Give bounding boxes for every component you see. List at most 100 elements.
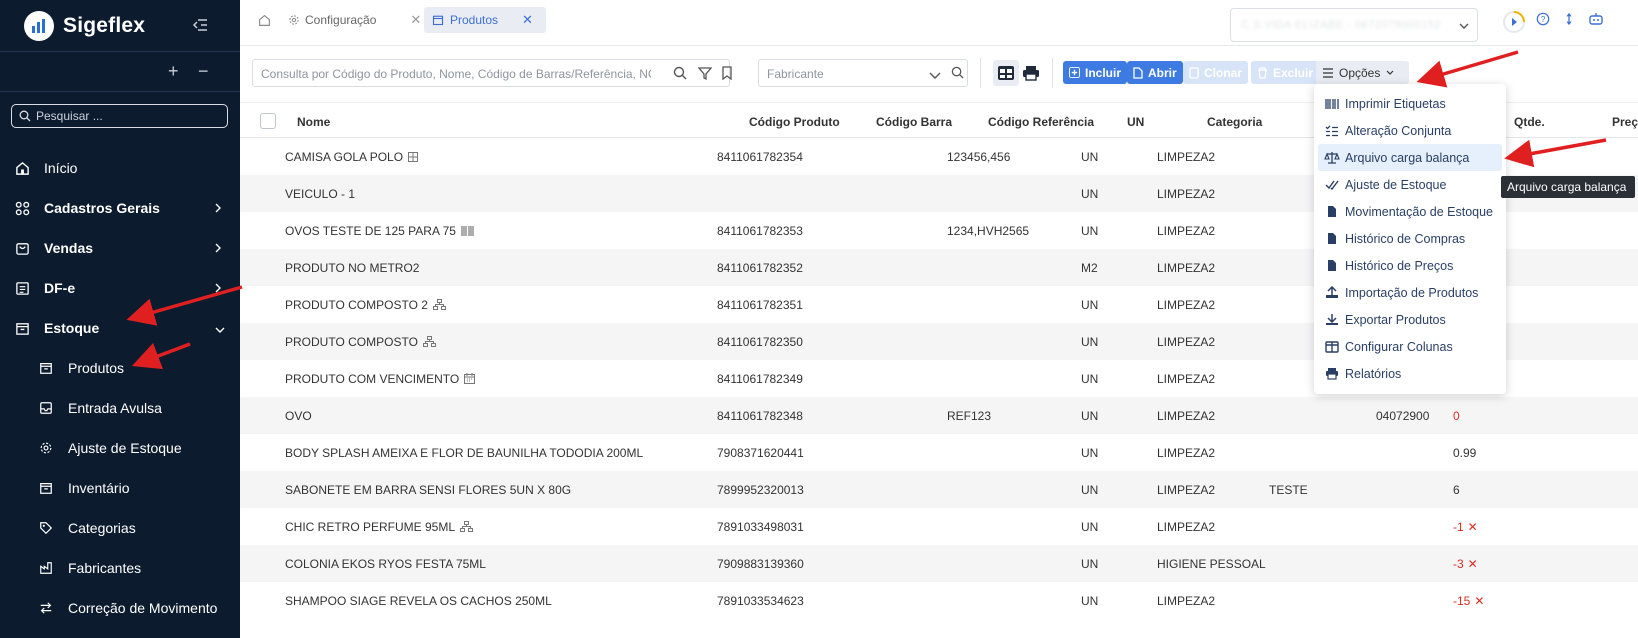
search-icon[interactable]: [673, 66, 687, 83]
sidebar-subitem-inventario[interactable]: Inventário: [0, 468, 240, 508]
col-codigo-produto[interactable]: Código Produto: [749, 115, 840, 129]
table-row[interactable]: CHIC RETRO PERFUME 95ML 7891033498031 UN LI…: [240, 508, 1638, 545]
home-icon: [14, 160, 30, 176]
col-preco[interactable]: Preç: [1612, 115, 1638, 129]
sidebar-search-input[interactable]: Pesquisar ...: [11, 104, 228, 128]
tab-configuracao[interactable]: Configuração ✕: [280, 7, 429, 33]
file-icon: [1324, 205, 1340, 218]
print-button[interactable]: [1018, 60, 1044, 86]
cell-un: UN: [1081, 594, 1099, 608]
menu-item-configurar-colunas[interactable]: Configurar Colunas: [1314, 333, 1506, 360]
sidebar-item-vendas[interactable]: Vendas: [0, 228, 240, 268]
cell-ncm: 04072900: [1376, 409, 1430, 423]
sidebar-subitem-label: Entrada Avulsa: [68, 400, 162, 416]
robot-icon[interactable]: [1588, 12, 1604, 29]
bookmark-icon[interactable]: [721, 66, 733, 83]
sort-icon[interactable]: [1562, 12, 1576, 29]
sidebar-item-estoque[interactable]: Estoque: [0, 308, 240, 348]
clonar-button[interactable]: Clonar: [1183, 61, 1249, 84]
sidebar-subitem-produtos[interactable]: Produtos: [0, 348, 240, 388]
cell-codigo-produto: 8411061782351: [717, 298, 803, 312]
tab-produtos[interactable]: Produtos ✕: [424, 7, 546, 33]
chevron-down-icon[interactable]: [929, 69, 941, 83]
col-qtde[interactable]: Qtde.: [1514, 115, 1545, 129]
manufacturer-select[interactable]: Fabricante: [758, 59, 968, 87]
menu-item-historico-compras[interactable]: Histórico de Compras: [1314, 225, 1506, 252]
box-icon: [432, 15, 444, 26]
menu-item-exportar-produtos[interactable]: Exportar Produtos: [1314, 306, 1506, 333]
col-nome[interactable]: Nome: [297, 115, 330, 129]
expand-all-icon[interactable]: +: [168, 61, 179, 82]
close-tab-icon[interactable]: ✕: [410, 12, 421, 28]
list-check-icon: [1324, 125, 1340, 137]
select-all-checkbox[interactable]: [260, 113, 276, 129]
menu-item-relatorios[interactable]: Relatórios: [1314, 360, 1506, 387]
help-icon[interactable]: ?: [1536, 12, 1550, 29]
table-row[interactable]: COLONIA EKOS RYOS FESTA 75ML 790988313936…: [240, 545, 1638, 582]
sidebar-subitem-label: Categorias: [68, 520, 136, 536]
document-icon: [14, 280, 30, 296]
menu-item-ajuste-estoque[interactable]: Ajuste de Estoque: [1314, 171, 1506, 198]
sidebar-subitem-ajuste-estoque[interactable]: Ajuste de Estoque: [0, 428, 240, 468]
sidebar-subitem-entrada-avulsa[interactable]: Entrada Avulsa: [0, 388, 240, 428]
cell-nome: COLONIA EKOS RYOS FESTA 75ML: [285, 557, 486, 571]
cell-categoria: LIMPEZA2: [1157, 150, 1216, 164]
cell-categoria: LIMPEZA2: [1157, 187, 1216, 201]
opcoes-button[interactable]: Opções: [1316, 61, 1409, 84]
product-search-input[interactable]: Consulta por Código do Produto, Nome, Có…: [252, 59, 733, 87]
sidebar-subitem-label: Ajuste de Estoque: [68, 440, 182, 456]
incluir-button[interactable]: Incluir: [1063, 61, 1128, 84]
home-tab-icon[interactable]: [258, 14, 271, 30]
col-categoria[interactable]: Categoria: [1207, 115, 1262, 129]
excluir-button[interactable]: Excluir: [1251, 61, 1320, 84]
table-row[interactable]: SHAMPOO SIAGE REVELA OS CACHOS 250ML 7891…: [240, 582, 1638, 619]
chevron-down-icon: [214, 321, 226, 337]
opcoes-label: Opções: [1339, 65, 1381, 80]
table-row[interactable]: OVO 8411061782348 REF123 UN LIMPEZA2 04072900…: [240, 397, 1638, 434]
search-icon: [19, 110, 31, 122]
search-icon[interactable]: [951, 66, 964, 82]
menu-item-importacao-produtos[interactable]: Importação de Produtos: [1314, 279, 1506, 306]
menu-item-movimentacao-estoque[interactable]: Movimentação de Estoque: [1314, 198, 1506, 225]
box-icon: [14, 320, 30, 336]
abrir-button[interactable]: Abrir: [1127, 61, 1183, 84]
cell-nome-text: SHAMPOO SIAGE REVELA OS CACHOS 250ML: [285, 594, 552, 608]
menu-item-arquivo-carga-balanca[interactable]: Arquivo carga balança: [1318, 144, 1502, 171]
sidebar-item-inicio[interactable]: Início: [0, 148, 240, 188]
sidebar-subitem-categorias[interactable]: Categorias: [0, 508, 240, 548]
col-un[interactable]: UN: [1127, 115, 1144, 129]
table-row[interactable]: SABONETE EM BARRA SENSI FLORES 5UN X 80G…: [240, 471, 1638, 508]
menu-lines-icon: [1322, 67, 1334, 78]
collapse-all-icon[interactable]: −: [198, 61, 209, 82]
cell-nome-text: COLONIA EKOS RYOS FESTA 75ML: [285, 557, 486, 571]
play-timer-icon[interactable]: [1502, 10, 1526, 37]
cell-nome-text: CAMISA GOLA POLO: [285, 150, 404, 164]
sidebar-item-dfe[interactable]: DF-e: [0, 268, 240, 308]
company-select-value: C.S.VIDA ELIZABE - 0672079000152: [1241, 19, 1442, 31]
brand: Sigeflex: [0, 0, 240, 52]
col-codigo-barra[interactable]: Código Barra: [876, 115, 952, 129]
menu-item-label: Arquivo carga balança: [1345, 150, 1470, 165]
cell-categoria: LIMPEZA2: [1157, 298, 1216, 312]
cell-qtde-value: -15: [1453, 594, 1471, 608]
cell-nome-text: SABONETE EM BARRA SENSI FLORES 5UN X 80G: [285, 483, 572, 497]
grid-view-button[interactable]: [993, 60, 1019, 86]
sidebar-actions: + −: [0, 52, 240, 92]
sidebar-subitem-fabricantes[interactable]: Fabricantes: [0, 548, 240, 588]
collapse-menu-icon[interactable]: [192, 17, 208, 36]
box-icon: [38, 480, 54, 496]
cell-nome-text: CHIC RETRO PERFUME 95ML: [285, 520, 456, 534]
table-row[interactable]: BODY SPLASH AMEIXA E FLOR DE BAUNILHA TO…: [240, 434, 1638, 471]
company-select[interactable]: C.S.VIDA ELIZABE - 0672079000152: [1230, 8, 1478, 42]
menu-item-imprimir-etiquetas[interactable]: Imprimir Etiquetas: [1314, 90, 1506, 117]
sidebar-subitem-correcao-movimento[interactable]: Correção de Movimento: [0, 588, 240, 628]
menu-item-historico-precos[interactable]: Histórico de Preços: [1314, 252, 1506, 279]
close-tab-icon[interactable]: ✕: [522, 12, 533, 28]
bag-icon: [14, 240, 30, 256]
sidebar-item-cadastros[interactable]: Cadastros Gerais: [0, 188, 240, 228]
col-codigo-referencia[interactable]: Código Referência: [988, 115, 1094, 129]
product-search-placeholder: Consulta por Código do Produto, Nome, Có…: [261, 67, 651, 81]
cell-codigo-referencia: 123456,456: [947, 150, 1011, 164]
menu-item-alteracao-conjunta[interactable]: Alteração Conjunta: [1314, 117, 1506, 144]
filter-icon[interactable]: [697, 66, 713, 83]
